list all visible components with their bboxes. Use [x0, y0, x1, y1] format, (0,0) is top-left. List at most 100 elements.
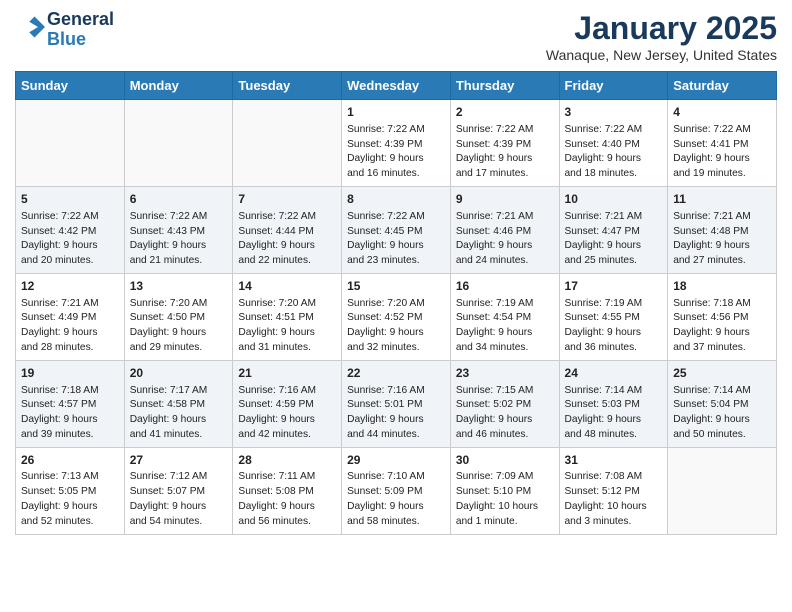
weekday-header-wednesday: Wednesday: [342, 72, 451, 100]
day-number: 27: [130, 452, 228, 469]
logo-icon: [17, 13, 45, 41]
weekday-header-sunday: Sunday: [16, 72, 125, 100]
weekday-header-tuesday: Tuesday: [233, 72, 342, 100]
calendar-cell: 20 Sunrise: 7:17 AM Sunset: 4:58 PM Dayli…: [124, 360, 233, 447]
calendar-cell: 4 Sunrise: 7:22 AM Sunset: 4:41 PM Daylig…: [668, 100, 777, 187]
day-number: 10: [565, 191, 663, 208]
calendar-cell: 30Sunrise: 7:09 AM Sunset: 5:10 PM Dayli…: [450, 447, 559, 534]
weekday-header-thursday: Thursday: [450, 72, 559, 100]
calendar-cell: 25 Sunrise: 7:14 AM Sunset: 5:04 PM Dayli…: [668, 360, 777, 447]
day-info: Sunrise: 7:21 AM Sunset: 4:49 PM Dayligh…: [21, 297, 119, 356]
calendar-cell: 24Sunrise: 7:14 AM Sunset: 5:03 PM Dayli…: [559, 360, 668, 447]
page-header: General Blue January 2025 Wanaque, New J…: [15, 10, 777, 63]
day-number: 3: [565, 104, 663, 121]
day-number: 24: [565, 365, 663, 382]
day-number: 30: [456, 452, 554, 469]
day-info: Sunrise: 7:15 AM Sunset: 5:02 PM Dayligh…: [456, 384, 554, 443]
day-number: 16: [456, 278, 554, 295]
calendar-cell: 12 Sunrise: 7:21 AM Sunset: 4:49 PM Dayli…: [16, 273, 125, 360]
day-info: Sunrise: 7:22 AM Sunset: 4:43 PM Dayligh…: [130, 210, 228, 269]
logo-text-blue: Blue: [47, 30, 114, 50]
day-number: 28: [238, 452, 336, 469]
day-number: 23: [456, 365, 554, 382]
day-number: 8: [347, 191, 445, 208]
logo: General Blue: [15, 10, 114, 50]
day-number: 20: [130, 365, 228, 382]
calendar-cell: 15 Sunrise: 7:20 AM Sunset: 4:52 PM Dayli…: [342, 273, 451, 360]
calendar-table: SundayMondayTuesdayWednesdayThursdayFrid…: [15, 71, 777, 535]
day-info: Sunrise: 7:17 AM Sunset: 4:58 PM Dayligh…: [130, 384, 228, 443]
day-number: 29: [347, 452, 445, 469]
day-number: 13: [130, 278, 228, 295]
day-info: Sunrise: 7:19 AM Sunset: 4:55 PM Dayligh…: [565, 297, 663, 356]
day-number: 18: [673, 278, 771, 295]
calendar-cell: 1Sunrise: 7:22 AM Sunset: 4:39 PM Daylig…: [342, 100, 451, 187]
day-info: Sunrise: 7:08 AM Sunset: 5:12 PM Dayligh…: [565, 470, 663, 529]
day-info: Sunrise: 7:22 AM Sunset: 4:39 PM Dayligh…: [347, 123, 445, 182]
day-info: Sunrise: 7:21 AM Sunset: 4:47 PM Dayligh…: [565, 210, 663, 269]
day-info: Sunrise: 7:21 AM Sunset: 4:46 PM Dayligh…: [456, 210, 554, 269]
calendar-week-row: 5 Sunrise: 7:22 AM Sunset: 4:42 PM Daylig…: [16, 186, 777, 273]
day-info: Sunrise: 7:22 AM Sunset: 4:39 PM Dayligh…: [456, 123, 554, 182]
day-info: Sunrise: 7:18 AM Sunset: 4:56 PM Dayligh…: [673, 297, 771, 356]
day-info: Sunrise: 7:22 AM Sunset: 4:44 PM Dayligh…: [238, 210, 336, 269]
calendar-week-row: 12 Sunrise: 7:21 AM Sunset: 4:49 PM Dayli…: [16, 273, 777, 360]
day-info: Sunrise: 7:14 AM Sunset: 5:04 PM Dayligh…: [673, 384, 771, 443]
day-number: 26: [21, 452, 119, 469]
calendar-cell: 18 Sunrise: 7:18 AM Sunset: 4:56 PM Dayli…: [668, 273, 777, 360]
calendar-cell: 19 Sunrise: 7:18 AM Sunset: 4:57 PM Dayli…: [16, 360, 125, 447]
day-number: 7: [238, 191, 336, 208]
day-info: Sunrise: 7:11 AM Sunset: 5:08 PM Dayligh…: [238, 470, 336, 529]
weekday-header-row: SundayMondayTuesdayWednesdayThursdayFrid…: [16, 72, 777, 100]
day-number: 17: [565, 278, 663, 295]
day-number: 9: [456, 191, 554, 208]
calendar-cell: [233, 100, 342, 187]
day-info: Sunrise: 7:19 AM Sunset: 4:54 PM Dayligh…: [456, 297, 554, 356]
day-info: Sunrise: 7:18 AM Sunset: 4:57 PM Dayligh…: [21, 384, 119, 443]
calendar-cell: 23 Sunrise: 7:15 AM Sunset: 5:02 PM Dayli…: [450, 360, 559, 447]
calendar-cell: 2 Sunrise: 7:22 AM Sunset: 4:39 PM Daylig…: [450, 100, 559, 187]
day-info: Sunrise: 7:22 AM Sunset: 4:40 PM Dayligh…: [565, 123, 663, 182]
day-number: 5: [21, 191, 119, 208]
day-info: Sunrise: 7:22 AM Sunset: 4:41 PM Dayligh…: [673, 123, 771, 182]
day-number: 19: [21, 365, 119, 382]
day-info: Sunrise: 7:21 AM Sunset: 4:48 PM Dayligh…: [673, 210, 771, 269]
day-number: 15: [347, 278, 445, 295]
day-info: Sunrise: 7:20 AM Sunset: 4:52 PM Dayligh…: [347, 297, 445, 356]
calendar-cell: 11Sunrise: 7:21 AM Sunset: 4:48 PM Dayli…: [668, 186, 777, 273]
calendar-cell: 31Sunrise: 7:08 AM Sunset: 5:12 PM Dayli…: [559, 447, 668, 534]
day-info: Sunrise: 7:10 AM Sunset: 5:09 PM Dayligh…: [347, 470, 445, 529]
day-number: 21: [238, 365, 336, 382]
title-block: January 2025 Wanaque, New Jersey, United…: [546, 10, 777, 63]
calendar-cell: 22Sunrise: 7:16 AM Sunset: 5:01 PM Dayli…: [342, 360, 451, 447]
calendar-cell: [668, 447, 777, 534]
month-title: January 2025: [546, 10, 777, 47]
day-info: Sunrise: 7:22 AM Sunset: 4:42 PM Dayligh…: [21, 210, 119, 269]
day-number: 25: [673, 365, 771, 382]
calendar-cell: 9 Sunrise: 7:21 AM Sunset: 4:46 PM Daylig…: [450, 186, 559, 273]
calendar-cell: 21Sunrise: 7:16 AM Sunset: 4:59 PM Dayli…: [233, 360, 342, 447]
day-number: 6: [130, 191, 228, 208]
calendar-cell: 10 Sunrise: 7:21 AM Sunset: 4:47 PM Dayli…: [559, 186, 668, 273]
calendar-cell: 17 Sunrise: 7:19 AM Sunset: 4:55 PM Dayli…: [559, 273, 668, 360]
location-title: Wanaque, New Jersey, United States: [546, 47, 777, 63]
calendar-cell: 7 Sunrise: 7:22 AM Sunset: 4:44 PM Daylig…: [233, 186, 342, 273]
day-info: Sunrise: 7:12 AM Sunset: 5:07 PM Dayligh…: [130, 470, 228, 529]
day-number: 22: [347, 365, 445, 382]
calendar-cell: 6 Sunrise: 7:22 AM Sunset: 4:43 PM Daylig…: [124, 186, 233, 273]
day-number: 4: [673, 104, 771, 121]
calendar-cell: 26Sunrise: 7:13 AM Sunset: 5:05 PM Dayli…: [16, 447, 125, 534]
day-number: 31: [565, 452, 663, 469]
calendar-cell: 13 Sunrise: 7:20 AM Sunset: 4:50 PM Dayli…: [124, 273, 233, 360]
calendar-cell: 3 Sunrise: 7:22 AM Sunset: 4:40 PM Daylig…: [559, 100, 668, 187]
day-number: 12: [21, 278, 119, 295]
day-info: Sunrise: 7:20 AM Sunset: 4:50 PM Dayligh…: [130, 297, 228, 356]
calendar-cell: 5 Sunrise: 7:22 AM Sunset: 4:42 PM Daylig…: [16, 186, 125, 273]
day-info: Sunrise: 7:13 AM Sunset: 5:05 PM Dayligh…: [21, 470, 119, 529]
calendar-week-row: 19 Sunrise: 7:18 AM Sunset: 4:57 PM Dayli…: [16, 360, 777, 447]
calendar-week-row: 26Sunrise: 7:13 AM Sunset: 5:05 PM Dayli…: [16, 447, 777, 534]
day-number: 2: [456, 104, 554, 121]
day-info: Sunrise: 7:22 AM Sunset: 4:45 PM Dayligh…: [347, 210, 445, 269]
calendar-cell: 8 Sunrise: 7:22 AM Sunset: 4:45 PM Daylig…: [342, 186, 451, 273]
weekday-header-friday: Friday: [559, 72, 668, 100]
